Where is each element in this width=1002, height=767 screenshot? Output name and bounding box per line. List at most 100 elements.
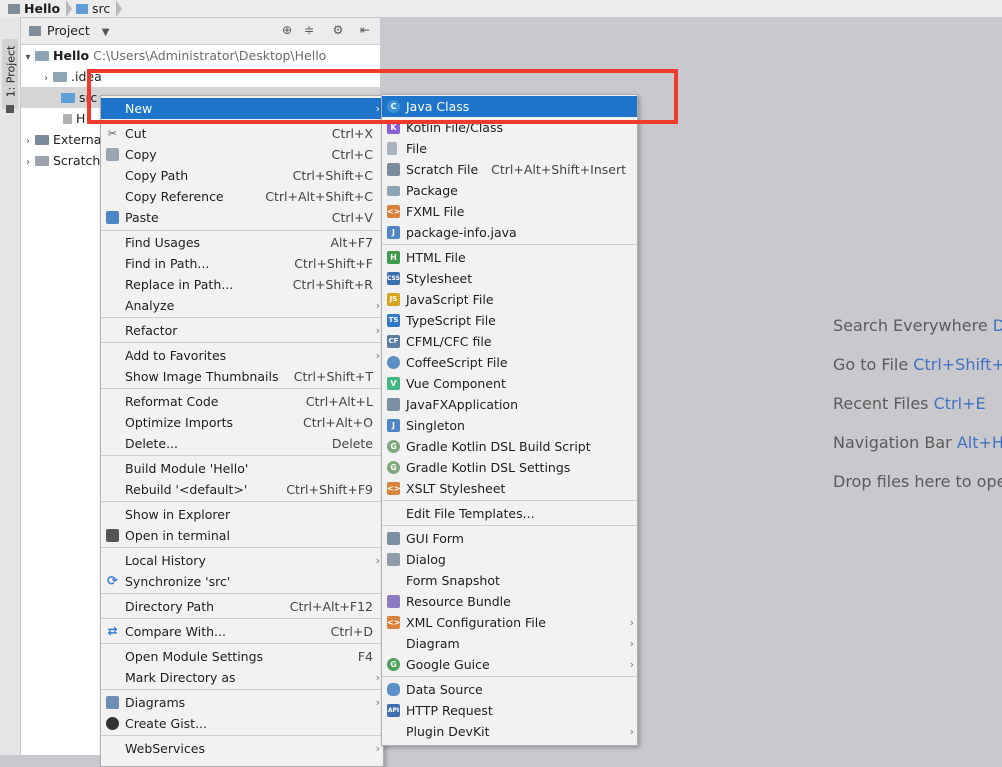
- divider: [101, 643, 383, 644]
- cfml-icon: CF: [387, 335, 400, 348]
- menu-item-create-gist[interactable]: Create Gist...: [101, 713, 383, 734]
- menu-item-copy[interactable]: Copy Ctrl+C: [101, 144, 383, 165]
- divider: [382, 525, 637, 526]
- hide-icon[interactable]: ⇤: [359, 24, 371, 36]
- submenu-item-dialog[interactable]: Dialog: [382, 549, 637, 570]
- menu-item-optimize-imports[interactable]: Optimize Imports Ctrl+Alt+O: [101, 412, 383, 433]
- submenu-item-diagram[interactable]: Diagram ›: [382, 633, 637, 654]
- submenu-item-fxml-file[interactable]: <> FXML File: [382, 201, 637, 222]
- tree-item-iml[interactable]: H: [63, 108, 85, 129]
- menu-item-copy-reference[interactable]: Copy Reference Ctrl+Alt+Shift+C: [101, 186, 383, 207]
- submenu-item-html-file[interactable]: H HTML File: [382, 247, 637, 268]
- chevron-right-icon: ›: [375, 671, 380, 684]
- resource-bundle-icon: [387, 595, 400, 608]
- folder-icon: [76, 4, 88, 14]
- submenu-item-google-guice[interactable]: G Google Guice ›: [382, 654, 637, 675]
- menu-item-paste[interactable]: Paste Ctrl+V: [101, 207, 383, 228]
- submenu-item-data-source[interactable]: Data Source: [382, 679, 637, 700]
- submenu-item-singleton[interactable]: J Singleton: [382, 415, 637, 436]
- submenu-item-edit-file-templates[interactable]: Edit File Templates...: [382, 503, 637, 524]
- submenu-item-resource-bundle[interactable]: Resource Bundle: [382, 591, 637, 612]
- singleton-icon: J: [387, 419, 400, 432]
- html-icon: H: [387, 251, 400, 264]
- submenu-item-gui-form[interactable]: GUI Form: [382, 528, 637, 549]
- scratches-icon: [35, 156, 49, 166]
- package-icon: [387, 186, 400, 196]
- library-icon: [35, 135, 49, 145]
- file-icon: [63, 114, 72, 124]
- submenu-item-javascript-file[interactable]: JS JavaScript File: [382, 289, 637, 310]
- menu-item-diagrams[interactable]: Diagrams ›: [101, 692, 383, 713]
- menu-item-copy-path[interactable]: Copy Path Ctrl+Shift+C: [101, 165, 383, 186]
- submenu-item-typescript-file[interactable]: TS TypeScript File: [382, 310, 637, 331]
- breadcrumb-separator: [116, 0, 123, 17]
- submenu-item-http-request[interactable]: API HTTP Request: [382, 700, 637, 721]
- hint-search-everywhere: Search Everywhere Do: [833, 316, 1002, 335]
- menu-item-directory-path[interactable]: Directory Path Ctrl+Alt+F12: [101, 596, 383, 617]
- submenu-item-stylesheet[interactable]: CSS Stylesheet: [382, 268, 637, 289]
- submenu-item-plugin-devkit[interactable]: Plugin DevKit ›: [382, 721, 637, 742]
- chevron-right-icon: ›: [44, 73, 48, 84]
- navigation-bar: Hello src: [0, 0, 1002, 18]
- menu-item-local-history[interactable]: Local History ›: [101, 550, 383, 571]
- submenu-item-javafx-application[interactable]: JavaFXApplication: [382, 394, 637, 415]
- package-info-icon: J: [387, 226, 400, 239]
- submenu-item-gradle-build-script[interactable]: G Gradle Kotlin DSL Build Script: [382, 436, 637, 457]
- project-tool-window-tab[interactable]: 1: Project: [2, 39, 18, 109]
- menu-item-compare-with[interactable]: ⇄ Compare With... Ctrl+D: [101, 621, 383, 642]
- tree-item-external-libraries[interactable]: › Externa: [21, 129, 101, 150]
- menu-item-cut[interactable]: ✂ Cut Ctrl+X: [101, 123, 383, 144]
- menu-item-rebuild[interactable]: Rebuild '<default>' Ctrl+Shift+F9: [101, 479, 383, 500]
- chevron-right-icon: ›: [375, 696, 380, 709]
- breadcrumb-project[interactable]: Hello: [8, 0, 73, 17]
- project-icon: [8, 4, 20, 14]
- menu-item-open-in-terminal[interactable]: Open in terminal: [101, 525, 383, 546]
- submenu-item-xml-configuration-file[interactable]: <> XML Configuration File ›: [382, 612, 637, 633]
- breadcrumb-src[interactable]: src: [76, 0, 123, 17]
- submenu-item-coffeescript-file[interactable]: CoffeeScript File: [382, 352, 637, 373]
- project-view-selector[interactable]: Project ▼: [29, 23, 109, 38]
- submenu-item-form-snapshot[interactable]: Form Snapshot: [382, 570, 637, 591]
- folder-icon: [53, 72, 67, 82]
- menu-item-find-usages[interactable]: Find Usages Alt+F7: [101, 232, 383, 253]
- menu-item-add-to-favorites[interactable]: Add to Favorites ›: [101, 345, 383, 366]
- diagram-icon: [106, 696, 119, 709]
- menu-item-delete[interactable]: Delete... Delete: [101, 433, 383, 454]
- submenu-item-package[interactable]: Package: [382, 180, 637, 201]
- locate-icon[interactable]: ⊕: [281, 24, 293, 36]
- dialog-icon: [387, 553, 400, 566]
- submenu-item-scratch-file[interactable]: Scratch File Ctrl+Alt+Shift+Insert: [382, 159, 637, 180]
- scratch-file-icon: [387, 163, 400, 176]
- hint-recent-files: Recent Files Ctrl+E: [833, 394, 986, 413]
- menu-item-open-module-settings[interactable]: Open Module Settings F4: [101, 646, 383, 667]
- submenu-item-package-info[interactable]: Jpackage-info.java: [382, 222, 637, 243]
- submenu-item-vue-component[interactable]: V Vue Component: [382, 373, 637, 394]
- submenu-item-xslt-stylesheet[interactable]: <> XSLT Stylesheet: [382, 478, 637, 499]
- menu-item-refactor[interactable]: Refactor ›: [101, 320, 383, 341]
- menu-item-show-in-explorer[interactable]: Show in Explorer: [101, 504, 383, 525]
- tree-item-hello[interactable]: ▾ Hello C:\Users\Administrator\Desktop\He…: [21, 45, 326, 66]
- menu-item-webservices[interactable]: WebServices ›: [101, 738, 383, 759]
- menu-item-reformat-code[interactable]: Reformat Code Ctrl+Alt+L: [101, 391, 383, 412]
- submenu-item-gradle-settings[interactable]: G Gradle Kotlin DSL Settings: [382, 457, 637, 478]
- scissors-icon: ✂: [107, 127, 118, 140]
- menu-item-synchronize[interactable]: ⟳ Synchronize 'src': [101, 571, 383, 592]
- breadcrumb-separator: [66, 0, 73, 17]
- menu-item-mark-directory-as[interactable]: Mark Directory as ›: [101, 667, 383, 688]
- new-submenu: C Java Class K Kotlin File/Class File Scra…: [381, 94, 638, 746]
- menu-item-replace-in-path[interactable]: Replace in Path... Ctrl+Shift+R: [101, 274, 383, 295]
- chevron-right-icon: ›: [375, 554, 380, 567]
- menu-item-analyze[interactable]: Analyze ›: [101, 295, 383, 316]
- collapse-all-icon[interactable]: ≑: [303, 24, 315, 36]
- menu-item-build-module[interactable]: Build Module 'Hello': [101, 458, 383, 479]
- divider: [382, 676, 637, 677]
- submenu-item-file[interactable]: File: [382, 138, 637, 159]
- tree-item-scratches[interactable]: › Scratch: [21, 150, 100, 171]
- submenu-item-cfml-file[interactable]: CF CFML/CFC file: [382, 331, 637, 352]
- menu-item-find-in-path[interactable]: Find in Path... Ctrl+Shift+F: [101, 253, 383, 274]
- gear-icon[interactable]: ⚙: [332, 24, 344, 36]
- divider: [101, 342, 383, 343]
- context-menu: New › ✂ Cut Ctrl+X Copy Ctrl+C Copy Path Ctrl…: [100, 95, 384, 767]
- menu-item-show-image-thumbnails[interactable]: Show Image Thumbnails Ctrl+Shift+T: [101, 366, 383, 387]
- xml-icon: <>: [387, 616, 401, 629]
